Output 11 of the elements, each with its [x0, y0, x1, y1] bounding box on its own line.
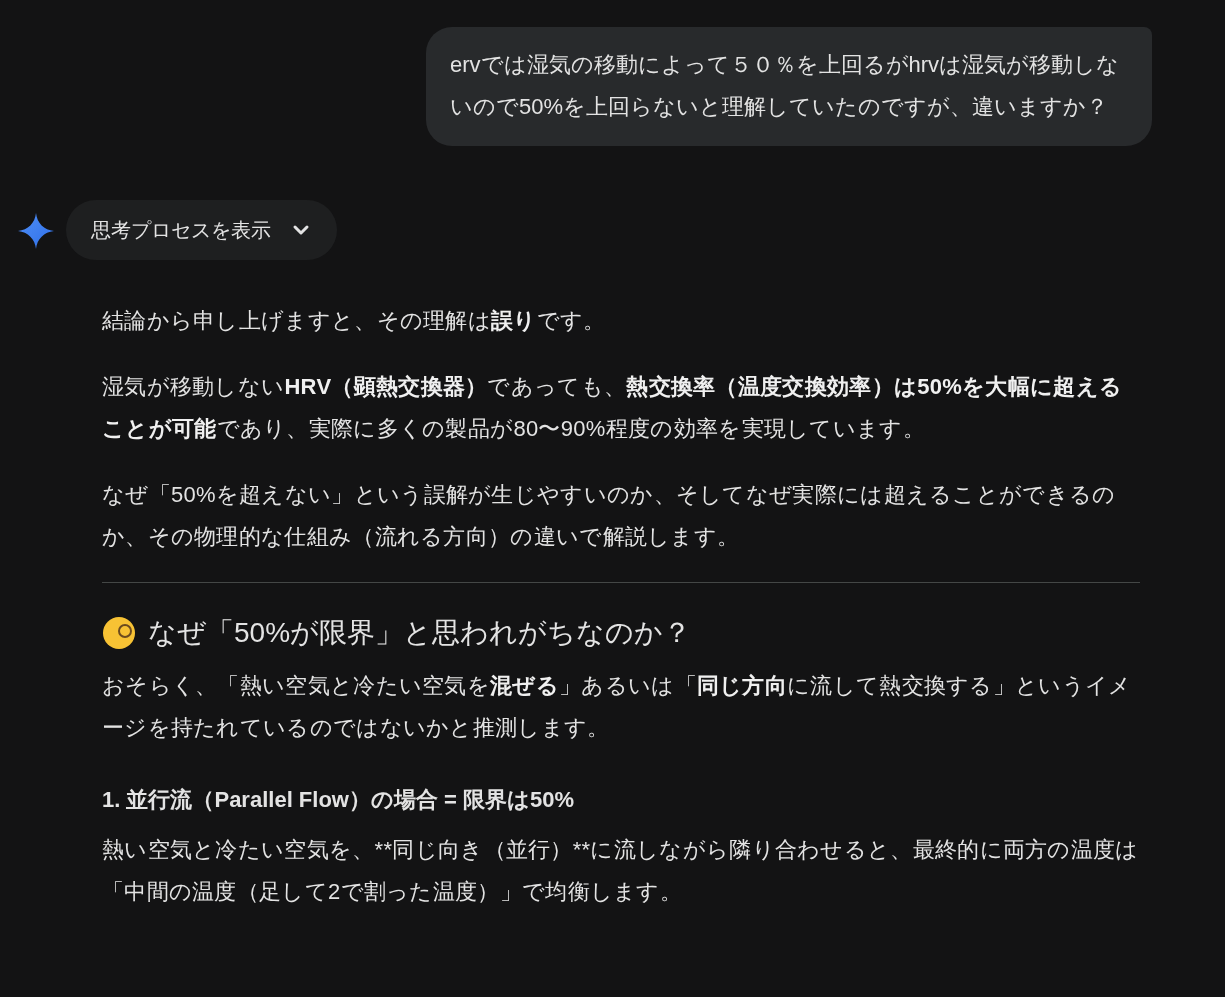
- answer-paragraph: おそらく、「熱い空気と冷たい空気を混ぜる」あるいは「同じ方向に流して熱交換する」というイメージを持たれているのではないかと推測します。: [102, 672, 1133, 742]
- monocle-emoji-icon: [102, 616, 136, 650]
- subsection-heading: 1. 並行流（Parallel Flow）の場合 = 限界は50%: [102, 786, 576, 814]
- answer-paragraph: 結論から申し上げますと、その理解は誤りです。: [102, 307, 607, 335]
- answer-paragraph: なぜ「50%を超えない」という誤解が生じやすいのか、そしてなぜ実際には超えることができるのか、その物理的な仕組み（流れる方向）の違いで解説します。: [102, 481, 1117, 551]
- answer-paragraph: 湿気が移動しないHRV（顕熱交換器）であっても、熱交換率（温度交換効率）は50%を大幅に超えることが可能であり、実際に多くの製品が80〜90%程度の効率を実現しています。: [102, 373, 1124, 443]
- user-message: ervでは湿気の移動によって５０％を上回るがhrvは湿気が移動しないので50%を上回らないと理解していたのですが、違いますか？: [426, 27, 1152, 146]
- section-heading: なぜ「50%が限界」と思われがちなのか？: [148, 616, 692, 650]
- show-thinking-button[interactable]: 思考プロセスを表示: [66, 200, 337, 260]
- answer-paragraph: 熱い空気と冷たい空気を、**同じ向き（並行）**に流しながら隣り合わせると、最終的に両方の温度は「中間の温度（足して2で割った温度）」で均衡します。: [102, 836, 1140, 906]
- sparkle-icon: [18, 213, 54, 249]
